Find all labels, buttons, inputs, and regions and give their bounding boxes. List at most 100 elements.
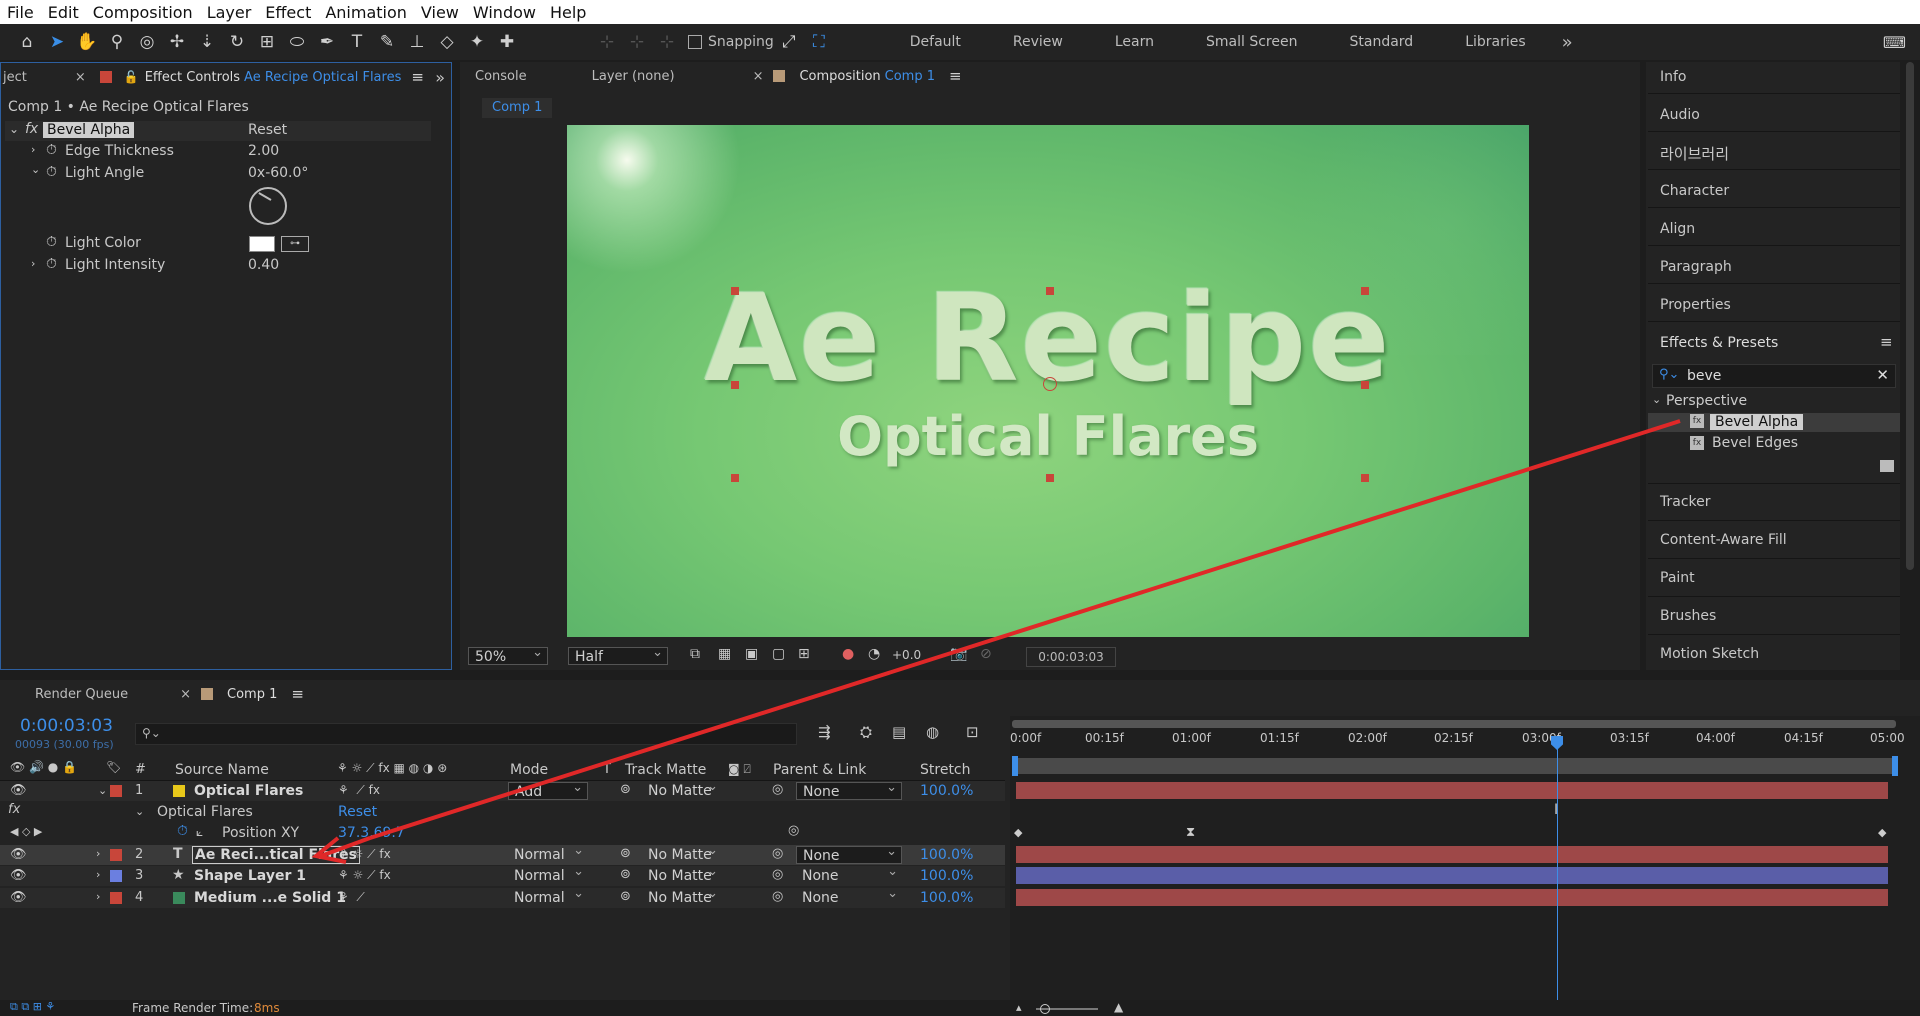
keyframe-diamond[interactable]: ◆	[1014, 826, 1022, 839]
guides-icon[interactable]: ⊞	[798, 646, 810, 662]
keyframe-nav-icon[interactable]: ◀ ◇ ▶	[10, 825, 42, 838]
chevron-right-icon[interactable]: ›	[31, 257, 35, 270]
new-preset-icon[interactable]	[1880, 460, 1894, 472]
home-icon[interactable]: ⌂	[12, 27, 42, 57]
col-parent-link[interactable]: Parent & Link	[773, 762, 866, 778]
keyframe-hourglass[interactable]: ⧗	[1186, 825, 1195, 840]
transform-handle[interactable]	[1361, 474, 1369, 482]
chevron-down-icon[interactable]: ⌄	[31, 163, 40, 176]
rotate-tool-icon[interactable]: ↻	[222, 27, 252, 57]
time-navigator[interactable]	[1012, 720, 1896, 728]
color-management-icon[interactable]: ◔	[868, 646, 880, 662]
menu-window[interactable]: Window	[466, 3, 543, 22]
layer-switches[interactable]: ⚘ ⟋	[338, 890, 365, 905]
stretch-value[interactable]: 100.0%	[920, 868, 973, 884]
effect-group-reset[interactable]: Reset	[338, 804, 377, 820]
parent-dropdown[interactable]: None	[796, 863, 902, 885]
panel-menu-icon[interactable]: ≡	[411, 68, 424, 86]
transform-handle[interactable]	[731, 474, 739, 482]
effect-controls-target[interactable]: Ae Recipe Optical Flares	[244, 70, 401, 85]
panel-brushes[interactable]: Brushes	[1660, 608, 1716, 624]
layer-switches[interactable]: ⚘ ⟋ fx	[338, 783, 380, 798]
stretch-value[interactable]: 100.0%	[920, 847, 973, 863]
mode-dropdown[interactable]: Normal	[508, 842, 588, 864]
chevron-down-icon[interactable]: ⌄	[135, 805, 144, 818]
menu-help[interactable]: Help	[543, 3, 593, 22]
workspace-standard[interactable]: Standard	[1349, 34, 1413, 50]
col-track-matte[interactable]: Track Matte	[625, 762, 706, 778]
zoom-in-icon[interactable]: ▲	[1114, 1000, 1123, 1014]
light-color-swatch[interactable]	[249, 236, 275, 252]
composition-flowchart-icon[interactable]: ⇶	[818, 723, 831, 741]
layer-name[interactable]: Medium ...e Solid 1	[194, 890, 346, 906]
stopwatch-icon[interactable]: ⏱	[46, 256, 57, 272]
breadcrumb-comp[interactable]: Comp 1	[492, 100, 542, 115]
pickwhip-icon[interactable]: ◎	[772, 889, 783, 904]
transform-handle[interactable]	[1046, 474, 1054, 482]
work-area-end-handle[interactable]	[1892, 756, 1898, 776]
anchor-point-icon[interactable]	[1043, 377, 1057, 391]
layer-name[interactable]: Optical Flares	[194, 783, 303, 799]
chevron-right-icon[interactable]: ›	[31, 143, 35, 156]
panel-audio[interactable]: Audio	[1660, 107, 1700, 123]
preserve-transparency-icon[interactable]: ⊚	[620, 889, 631, 904]
tab-effect-controls[interactable]: Effect Controls	[139, 70, 244, 85]
timeline-zoom-thumb[interactable]	[1040, 1004, 1050, 1014]
layer-switches[interactable]: ⚘ ☼ ⟋ fx	[338, 868, 391, 883]
viewer-timecode[interactable]: 0:00:03:03	[1026, 647, 1116, 667]
effects-presets-title[interactable]: Effects & Presets	[1660, 335, 1778, 351]
chevron-right-icon[interactable]: ›	[96, 890, 100, 903]
axis-view-icon[interactable]: ⊹	[652, 27, 682, 57]
light-angle-value[interactable]: 0x-60.0°	[248, 165, 308, 181]
panel-paragraph[interactable]: Paragraph	[1660, 259, 1732, 275]
label-swatch[interactable]	[110, 785, 122, 797]
track-matte-dropdown[interactable]: No Matte	[642, 863, 722, 885]
roto-brush-icon[interactable]: ✦	[462, 27, 492, 57]
pen-tool-icon[interactable]: ✒	[312, 27, 342, 57]
panel-menu-icon[interactable]: ≡	[291, 685, 304, 703]
effects-result-bevel-edges[interactable]: Bevel Edges	[1712, 435, 1798, 451]
right-panel-scrollbar[interactable]	[1906, 62, 1914, 570]
fx-icon[interactable]: fx	[8, 802, 20, 817]
chevron-right-icon[interactable]: ›	[96, 868, 100, 881]
tab-layer[interactable]: Layer (none)	[537, 69, 685, 84]
light-intensity-value[interactable]: 0.40	[248, 257, 279, 273]
effect-group-name[interactable]: Optical Flares	[157, 804, 253, 820]
track-matte-dropdown[interactable]: No Matte	[642, 778, 722, 800]
timeline-timecode[interactable]: 0:00:03:03	[20, 716, 113, 736]
workspace-overflow-icon[interactable]: »	[1562, 32, 1573, 53]
stopwatch-icon[interactable]: ⏱	[46, 142, 57, 158]
keyframe-diamond[interactable]: ◆	[1878, 826, 1886, 839]
snapping-checkbox[interactable]	[688, 35, 702, 49]
panel-align[interactable]: Align	[1660, 221, 1695, 237]
col-source-name[interactable]: Source Name	[175, 762, 269, 778]
layer-name[interactable]: Shape Layer 1	[194, 868, 306, 884]
eyedropper-icon[interactable]: ⊶	[281, 236, 309, 252]
col-stretch[interactable]: Stretch	[920, 762, 971, 778]
pickwhip-icon[interactable]: ◎	[772, 846, 783, 861]
preserve-transparency-icon[interactable]: ⊚	[620, 782, 631, 797]
snapshot-icon[interactable]: 📷	[950, 646, 967, 662]
breadcrumb[interactable]: Comp 1	[482, 98, 553, 118]
stopwatch-icon[interactable]: ⏱	[46, 234, 57, 250]
axis-local-icon[interactable]: ⊹	[592, 27, 622, 57]
ellipse-tool-icon[interactable]: ⬭	[282, 27, 312, 57]
edge-thickness-value[interactable]: 2.00	[248, 143, 279, 159]
label-swatch[interactable]	[110, 870, 122, 882]
close-icon[interactable]: ×	[75, 70, 86, 85]
frame-blending-icon[interactable]: ▤	[892, 723, 906, 741]
tab-composition[interactable]: Composition	[785, 69, 884, 84]
menu-edit[interactable]: Edit	[41, 3, 86, 22]
track-matte-dropdown[interactable]: No Matte	[642, 842, 722, 864]
panel-info[interactable]: Info	[1660, 69, 1687, 85]
axis-world-icon[interactable]: ⊹	[622, 27, 652, 57]
panel-motion-sketch[interactable]: Motion Sketch	[1660, 646, 1759, 662]
layer-duration-bar[interactable]	[1016, 846, 1888, 863]
show-snapshot-icon[interactable]: ⊘	[980, 646, 992, 662]
property-value[interactable]: 37.3,69.7	[338, 825, 405, 841]
effects-search-input[interactable]: ⚲⌄ beve ✕	[1652, 364, 1896, 388]
orbit-camera-icon[interactable]: ◎	[132, 27, 162, 57]
workspace-learn[interactable]: Learn	[1115, 34, 1154, 50]
fx-icon[interactable]: fx	[25, 121, 38, 137]
workspace-libraries[interactable]: Libraries	[1465, 34, 1525, 50]
